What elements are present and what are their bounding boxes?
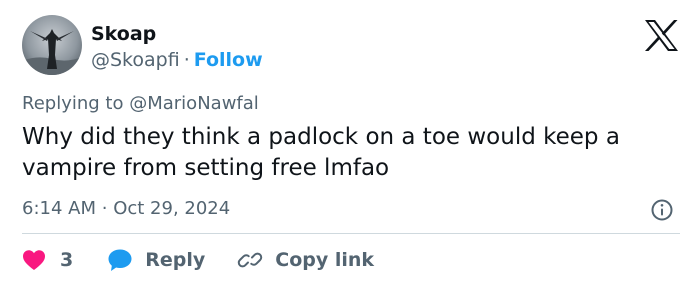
author-handle-row: @Skoapfi · Follow [91, 48, 263, 72]
author-name[interactable]: Skoap [91, 22, 156, 46]
action-bar: 3 Reply Copy link [22, 246, 374, 274]
reply-prefix: Replying to [22, 93, 124, 114]
copy-link-label: Copy link [275, 249, 375, 271]
separator-dot: · [183, 49, 190, 71]
reply-mention-link[interactable]: @MarioNawfal [129, 93, 259, 114]
speech-bubble-icon [107, 248, 133, 272]
copy-link-button[interactable]: Copy link [237, 248, 374, 272]
info-icon[interactable] [650, 198, 674, 222]
separator-dot: · [101, 198, 108, 219]
tweet-card: Skoap @Skoapfi · Follow Replying to @Mario… [0, 0, 700, 287]
tweet-timestamp[interactable]: 6:14 AM · Oct 29, 2024 [22, 197, 230, 221]
tweet-time[interactable]: 6:14 AM [22, 198, 96, 219]
reply-button[interactable]: Reply [107, 248, 205, 272]
follow-button[interactable]: Follow [194, 49, 263, 71]
tweet-date[interactable]: Oct 29, 2024 [113, 198, 230, 219]
reply-label: Reply [145, 249, 206, 271]
x-logo-icon[interactable] [644, 20, 678, 51]
divider [22, 233, 680, 234]
like-count: 3 [60, 249, 74, 271]
avatar[interactable] [22, 15, 82, 75]
heart-icon [22, 249, 46, 271]
link-icon [237, 248, 263, 272]
like-button[interactable]: 3 [22, 249, 73, 271]
tweet-text: Why did they think a padlock on a toe wo… [22, 124, 620, 181]
author-handle[interactable]: @Skoapfi [91, 49, 180, 71]
reply-context: Replying to @MarioNawfal [22, 92, 259, 116]
